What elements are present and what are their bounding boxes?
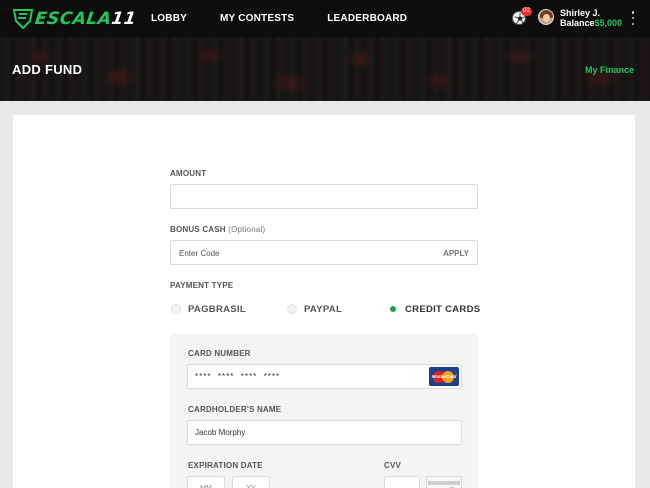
my-finance-link[interactable]: My Finance [585,65,634,75]
user-name[interactable]: Shirley J. [560,8,600,18]
cvv-label: CVV [384,461,402,470]
expiration-month-input[interactable]: MM [187,476,225,488]
payment-type-label: PAYMENT TYPE [170,281,234,290]
radio-label-pagbrasil: PAGBRASIL [188,303,246,315]
mastercard-icon: MasterCard [429,367,459,386]
radio-label-paypal: PAYPAL [304,303,343,315]
page-title: ADD FUND [12,62,83,77]
amount-input[interactable] [170,184,478,209]
apply-button[interactable]: APPLY [443,241,469,266]
main-nav: LOBBY MY CONTESTS LEADERBOARD [151,0,440,37]
bonus-code-input[interactable]: Enter Code APPLY [170,240,478,265]
cardholder-name-value: Jacob Morphy [195,428,246,437]
avatar[interactable] [538,9,554,25]
mastercard-wordmark: MasterCard [431,374,457,379]
card-number-value: **** **** **** **** [195,372,281,381]
bonus-cash-label: BONUS CASH (Optional) [170,225,266,234]
card-number-label: CARD NUMBER [188,349,251,358]
top-navigation-bar: ESCALA11 LOBBY MY CONTESTS LEADERBOARD 0… [0,0,650,37]
payment-option-paypal[interactable]: PAYPAL [287,303,342,315]
nav-leaderboard[interactable]: LEADERBOARD [327,13,407,24]
payment-option-pagbrasil[interactable]: PAGBRASIL [171,303,246,315]
cardholder-name-label: CARDHOLDER'S NAME [188,405,282,414]
logo-text: ESCALA11 [33,9,138,29]
card-number-input[interactable]: **** **** **** **** [187,364,462,389]
balance-amount: $5,000 [594,18,623,28]
balance-label: Balance [560,18,595,28]
radio-pagbrasil[interactable] [171,304,181,314]
more-menu-icon[interactable] [630,11,636,25]
card-back-cvv-icon [426,476,462,488]
radio-label-credit-cards: CREDIT CARDS [405,303,481,315]
radio-credit-cards[interactable] [388,304,398,314]
payment-option-credit-cards[interactable]: CREDIT CARDS [388,303,480,315]
cardholder-name-input[interactable]: Jacob Morphy [187,420,462,445]
bonus-code-placeholder: Enter Code [179,249,220,258]
cvv-input[interactable] [384,476,420,488]
expiration-date-label: EXPIRATION DATE [188,461,263,470]
notification-badge: 02 [521,7,532,16]
escala11-logo[interactable]: ESCALA11 [12,8,138,30]
nav-my-contests[interactable]: MY CONTESTS [220,13,294,24]
amount-label: AMOUNT [170,169,207,178]
radio-paypal[interactable] [287,304,297,314]
balance-info: Balance$5,000 [560,18,622,28]
expiration-year-input[interactable]: YY [232,476,270,488]
page-header-banner: ADD FUND My Finance [0,37,650,101]
nav-lobby[interactable]: LOBBY [151,13,187,24]
logo-shield-icon [12,9,34,29]
